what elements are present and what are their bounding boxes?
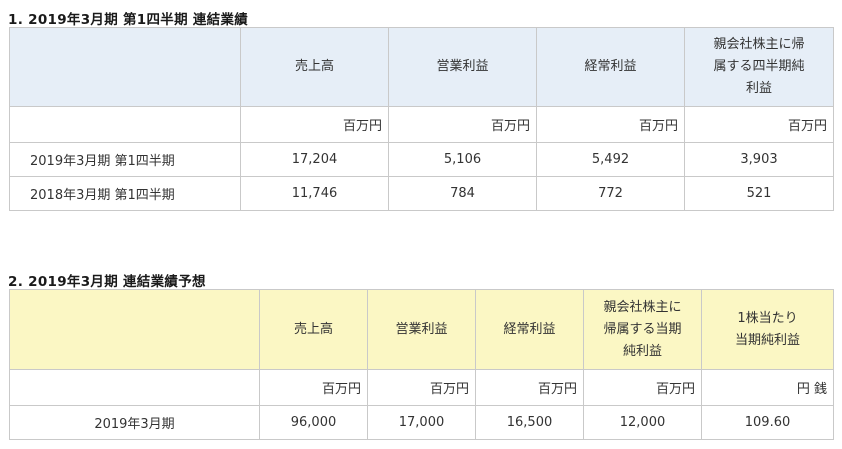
unit-cell: 百万円 bbox=[367, 369, 476, 406]
forecast-table: 売上高 営業利益 経常利益 親会社株主に 帰属する当期 純利益 1株当たり 当期… bbox=[9, 289, 834, 440]
unit-blank-cell bbox=[9, 369, 260, 406]
value-cell: 772 bbox=[536, 176, 685, 211]
table-row: 2019年3月期 第1四半期 17,204 5,106 5,492 3,903 bbox=[9, 142, 834, 177]
unit-row: 百万円 百万円 百万円 百万円 円 銭 bbox=[9, 369, 834, 406]
header-sales: 売上高 bbox=[240, 27, 389, 107]
row-label: 2019年3月期 bbox=[9, 405, 260, 440]
unit-cell: 百万円 bbox=[475, 369, 584, 406]
table-header-row: 売上高 営業利益 経常利益 親会社株主に帰 属する四半期純 利益 bbox=[9, 27, 834, 107]
unit-cell: 百万円 bbox=[388, 106, 537, 143]
unit-cell: 円 銭 bbox=[701, 369, 834, 406]
header-net-income: 親会社株主に 帰属する当期 純利益 bbox=[583, 289, 702, 370]
header-sales: 売上高 bbox=[259, 289, 368, 370]
value-cell: 11,746 bbox=[240, 176, 389, 211]
value-cell: 5,492 bbox=[536, 142, 685, 177]
value-cell: 521 bbox=[684, 176, 834, 211]
table-row: 2019年3月期 96,000 17,000 16,500 12,000 109… bbox=[9, 405, 834, 440]
value-cell: 96,000 bbox=[259, 405, 368, 440]
row-label: 2019年3月期 第1四半期 bbox=[9, 142, 241, 177]
unit-cell: 百万円 bbox=[536, 106, 685, 143]
header-blank-cell bbox=[9, 289, 260, 370]
unit-cell: 百万円 bbox=[684, 106, 834, 143]
value-cell: 784 bbox=[388, 176, 537, 211]
value-cell: 12,000 bbox=[583, 405, 702, 440]
row-label: 2018年3月期 第1四半期 bbox=[9, 176, 241, 211]
section1-title: 1. 2019年3月期 第1四半期 連結業績 bbox=[8, 12, 249, 28]
header-operating-profit: 営業利益 bbox=[388, 27, 537, 107]
section2-title: 2. 2019年3月期 連結業績予想 bbox=[8, 274, 206, 290]
unit-row: 百万円 百万円 百万円 百万円 bbox=[9, 106, 834, 143]
header-ordinary-profit: 経常利益 bbox=[475, 289, 584, 370]
header-eps: 1株当たり 当期純利益 bbox=[701, 289, 834, 370]
header-operating-profit: 営業利益 bbox=[367, 289, 476, 370]
value-cell: 16,500 bbox=[475, 405, 584, 440]
quarterly-results-table: 売上高 営業利益 経常利益 親会社株主に帰 属する四半期純 利益 百万円 百万円… bbox=[9, 27, 834, 211]
header-blank-cell bbox=[9, 27, 241, 107]
value-cell: 3,903 bbox=[684, 142, 834, 177]
unit-blank-cell bbox=[9, 106, 241, 143]
header-net-income: 親会社株主に帰 属する四半期純 利益 bbox=[684, 27, 834, 107]
unit-cell: 百万円 bbox=[240, 106, 389, 143]
value-cell: 109.60 bbox=[701, 405, 834, 440]
value-cell: 17,000 bbox=[367, 405, 476, 440]
value-cell: 5,106 bbox=[388, 142, 537, 177]
unit-cell: 百万円 bbox=[259, 369, 368, 406]
value-cell: 17,204 bbox=[240, 142, 389, 177]
table-header-row: 売上高 営業利益 経常利益 親会社株主に 帰属する当期 純利益 1株当たり 当期… bbox=[9, 289, 834, 370]
table-row: 2018年3月期 第1四半期 11,746 784 772 521 bbox=[9, 176, 834, 211]
unit-cell: 百万円 bbox=[583, 369, 702, 406]
header-ordinary-profit: 経常利益 bbox=[536, 27, 685, 107]
